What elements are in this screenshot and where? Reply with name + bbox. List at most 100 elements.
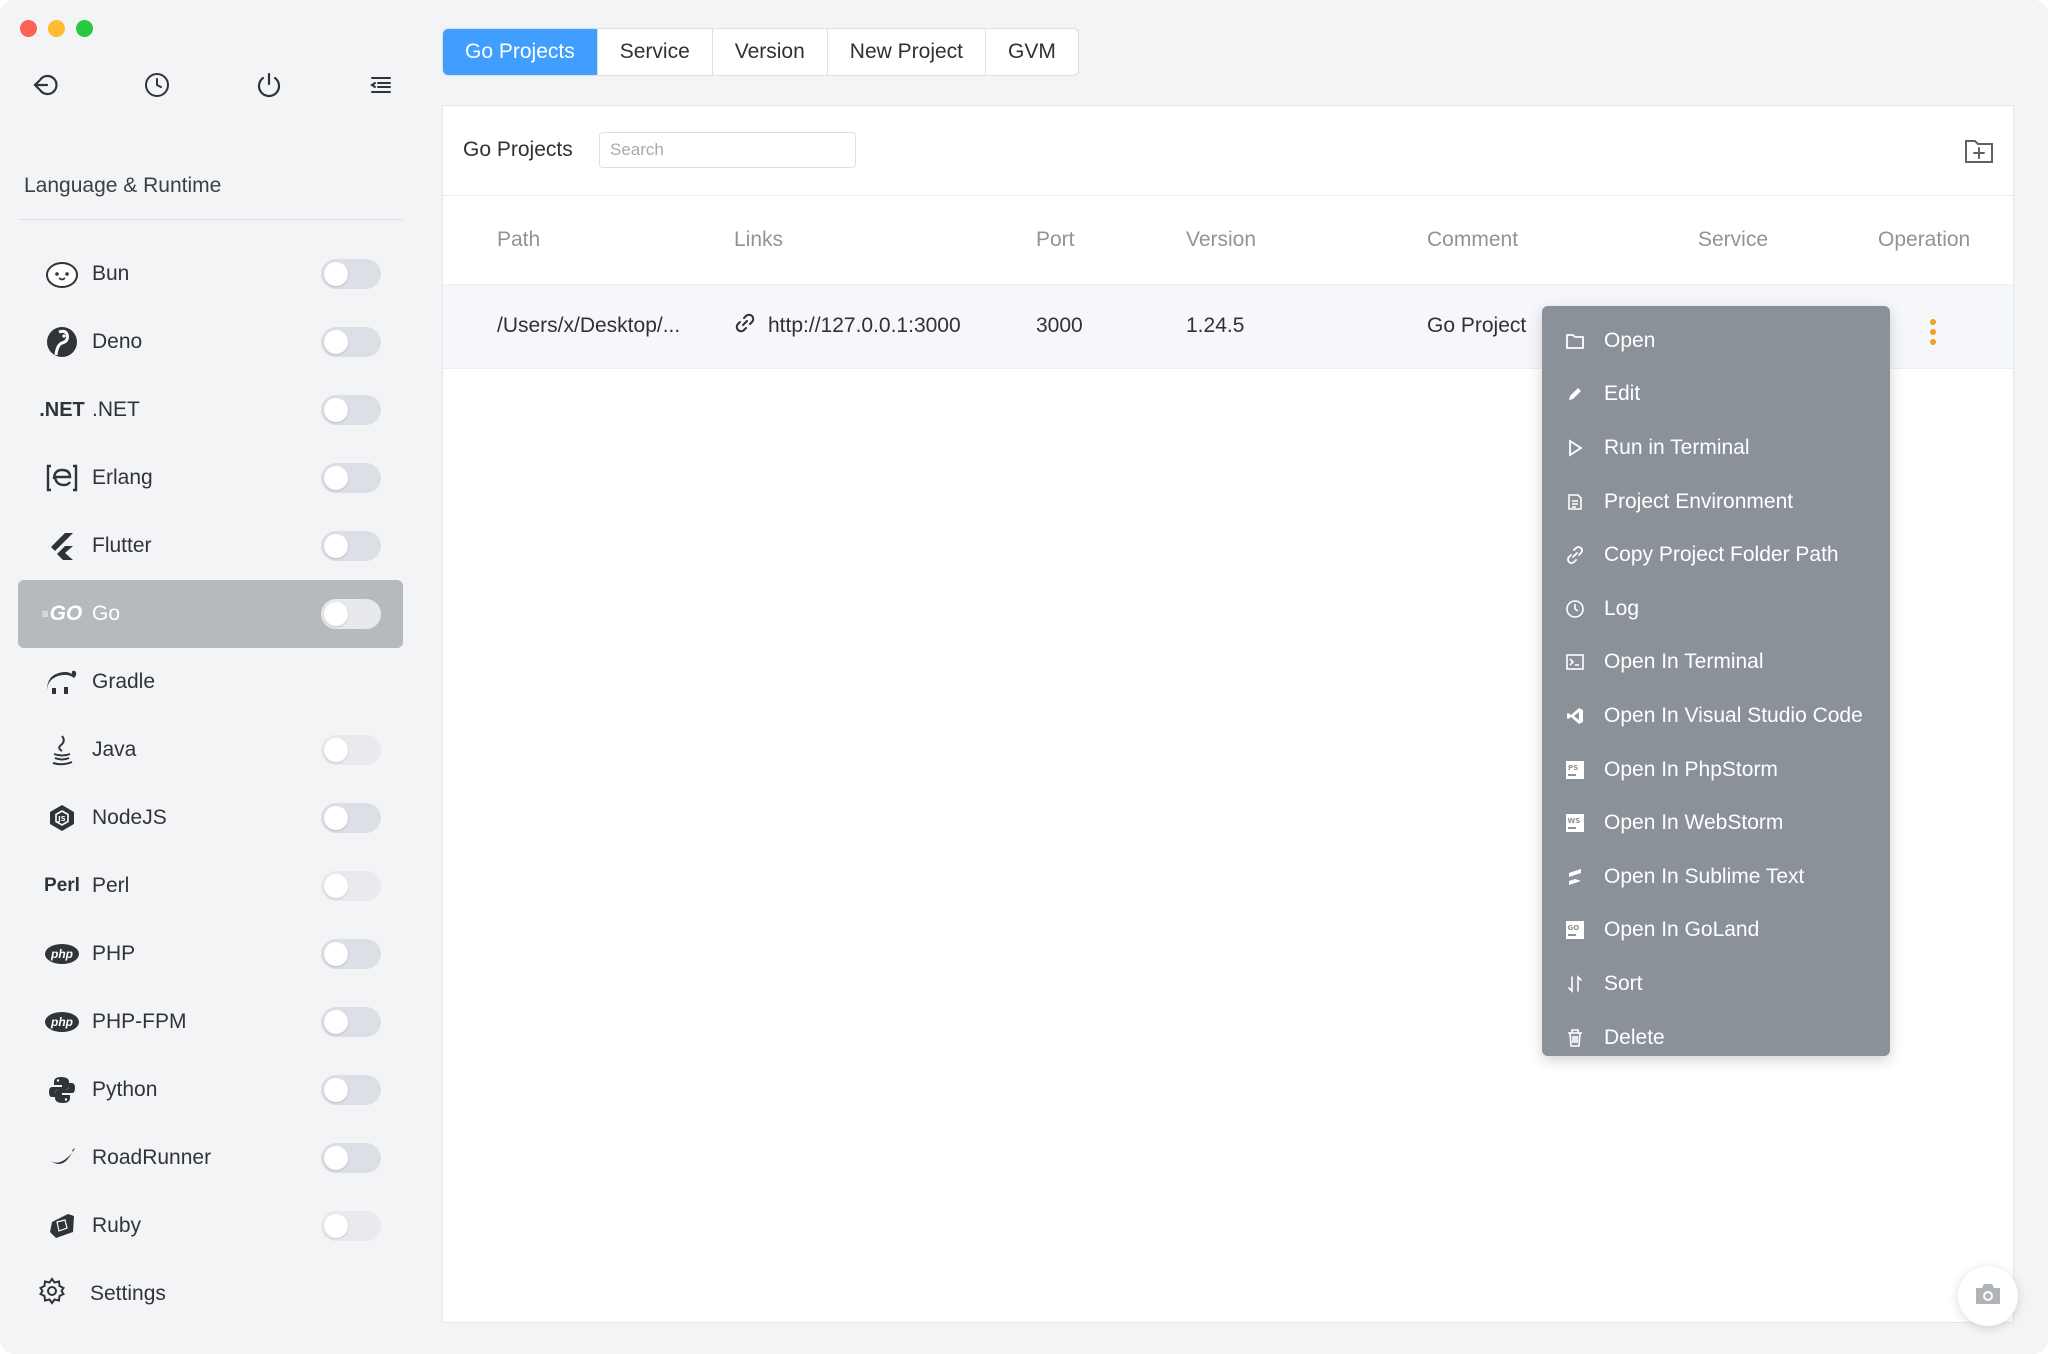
- ruby-icon: [38, 1206, 86, 1246]
- sidebar-item-php[interactable]: php PHP: [18, 920, 403, 988]
- sidebar-item-nodejs[interactable]: JS NodeJS: [18, 784, 403, 852]
- sidebar-item-erlang[interactable]: Erlang: [18, 444, 403, 512]
- back-arrow-icon[interactable]: [28, 68, 62, 102]
- camera-icon: [1973, 1281, 2003, 1312]
- deno-icon: [38, 322, 86, 362]
- sidebar-item-label: Gradle: [92, 670, 156, 693]
- menu-item-label: Delete: [1604, 1025, 1665, 1049]
- sidebar-item-label: Go: [92, 602, 121, 625]
- tab-bar: Go Projects Service Version New Project …: [442, 28, 1079, 76]
- menu-collapse-icon[interactable]: [364, 68, 398, 102]
- bun-toggle[interactable]: [321, 259, 381, 289]
- roadrunner-toggle[interactable]: [321, 1143, 381, 1173]
- menu-item-open-in-phpstorm[interactable]: PS Open In PhpStorm: [1542, 743, 1890, 797]
- menu-item-open-in-vscode[interactable]: Open In Visual Studio Code: [1542, 689, 1890, 743]
- perl-toggle[interactable]: [321, 871, 381, 901]
- sidebar-item-label: Perl: [92, 874, 130, 897]
- column-header-links[interactable]: Links: [734, 196, 1036, 285]
- card-header: Go Projects: [443, 106, 2013, 196]
- tab-go-projects[interactable]: Go Projects: [443, 29, 597, 75]
- erlang-icon: [38, 458, 86, 498]
- menu-item-open[interactable]: Open: [1542, 314, 1890, 368]
- menu-item-open-in-webstorm[interactable]: WS Open In WebStorm: [1542, 796, 1890, 850]
- sidebar-item-perl[interactable]: Perl Perl: [18, 852, 403, 920]
- tab-new-project[interactable]: New Project: [826, 29, 985, 75]
- sidebar-item-ruby[interactable]: Ruby: [18, 1192, 403, 1260]
- menu-item-label: Sort: [1604, 971, 1643, 995]
- sidebar-item-dotnet[interactable]: .NET .NET: [18, 376, 403, 444]
- sidebar-item-bun[interactable]: Bun: [18, 240, 403, 308]
- python-toggle[interactable]: [321, 1075, 381, 1105]
- clock-icon[interactable]: [140, 68, 174, 102]
- svg-text:JS: JS: [57, 815, 66, 823]
- operation-cell: [1878, 284, 2013, 369]
- nodejs-toggle[interactable]: [321, 803, 381, 833]
- screenshot-button[interactable]: [1958, 1266, 2018, 1326]
- menu-item-label: Project Environment: [1604, 489, 1794, 513]
- php-toggle[interactable]: [321, 939, 381, 969]
- sidebar-item-label: PHP: [92, 942, 136, 965]
- clock-icon: [1564, 598, 1586, 620]
- menu-item-open-in-goland[interactable]: GO Open In GoLand: [1542, 904, 1890, 958]
- project-link[interactable]: http://127.0.0.1:3000: [768, 314, 961, 338]
- perl-icon: Perl: [44, 875, 80, 896]
- flutter-toggle[interactable]: [321, 531, 381, 561]
- sidebar-item-gradle[interactable]: Gradle: [18, 648, 403, 716]
- menu-item-copy-folder-path[interactable]: Copy Project Folder Path: [1542, 528, 1890, 582]
- column-header-service[interactable]: Service: [1698, 196, 1878, 285]
- php-icon-text: php: [45, 944, 79, 964]
- menu-item-sort[interactable]: Sort: [1542, 957, 1890, 1011]
- column-header-version[interactable]: Version: [1186, 196, 1427, 285]
- column-header-comment[interactable]: Comment: [1427, 196, 1698, 285]
- port-cell: 3000: [1036, 284, 1186, 369]
- more-vertical-icon[interactable]: [1930, 319, 1936, 345]
- sidebar-item-flutter[interactable]: Flutter: [18, 512, 403, 580]
- column-header-path[interactable]: Path: [443, 196, 734, 285]
- column-header-port[interactable]: Port: [1036, 196, 1186, 285]
- menu-item-log[interactable]: Log: [1542, 582, 1890, 636]
- sidebar-item-settings[interactable]: Settings: [38, 1277, 166, 1310]
- sidebar-item-php-fpm[interactable]: php PHP-FPM: [18, 988, 403, 1056]
- tab-service[interactable]: Service: [596, 29, 712, 75]
- menu-item-delete[interactable]: Delete: [1542, 1011, 1890, 1065]
- column-header-operation[interactable]: Operation: [1878, 196, 2013, 285]
- sidebar-item-python[interactable]: Python: [18, 1056, 403, 1124]
- version-cell: 1.24.5: [1186, 284, 1427, 369]
- menu-item-label: Log: [1604, 596, 1640, 620]
- sidebar-item-go[interactable]: ≡ GO Go: [18, 580, 403, 648]
- sidebar-item-deno[interactable]: Deno: [18, 308, 403, 376]
- context-menu: Open Edit Run in Terminal Project Enviro…: [1542, 306, 1890, 1056]
- tab-gvm[interactable]: GVM: [985, 29, 1078, 75]
- menu-item-edit[interactable]: Edit: [1542, 368, 1890, 422]
- menu-item-run-in-terminal[interactable]: Run in Terminal: [1542, 421, 1890, 475]
- sidebar-item-java[interactable]: Java: [18, 716, 403, 784]
- go-toggle[interactable]: [321, 599, 381, 629]
- php-fpm-toggle[interactable]: [321, 1007, 381, 1037]
- sidebar-item-roadrunner[interactable]: RoadRunner: [18, 1124, 403, 1192]
- webstorm-icon: WS: [1564, 812, 1586, 834]
- pencil-icon: [1564, 383, 1586, 405]
- sidebar-item-label: Ruby: [92, 1214, 142, 1237]
- menu-item-open-in-sublime[interactable]: Open In Sublime Text: [1542, 850, 1890, 904]
- add-folder-icon[interactable]: [1963, 136, 1995, 166]
- power-icon[interactable]: [252, 68, 286, 102]
- phpstorm-icon: PS: [1564, 759, 1586, 781]
- svg-text:WS: WS: [1568, 817, 1581, 825]
- copy-link-icon: [1564, 544, 1586, 566]
- java-icon: [38, 730, 86, 770]
- sidebar-item-label: Java: [92, 738, 137, 761]
- menu-item-project-environment[interactable]: Project Environment: [1542, 475, 1890, 529]
- card-title: Go Projects: [463, 138, 573, 161]
- tab-version[interactable]: Version: [711, 29, 827, 75]
- python-icon: [38, 1070, 86, 1110]
- erlang-toggle[interactable]: [321, 463, 381, 493]
- dotnet-toggle[interactable]: [321, 395, 381, 425]
- search-input[interactable]: [599, 132, 856, 168]
- menu-item-open-in-terminal[interactable]: Open In Terminal: [1542, 636, 1890, 690]
- java-toggle[interactable]: [321, 735, 381, 765]
- deno-toggle[interactable]: [321, 327, 381, 357]
- sublime-icon: [1564, 866, 1586, 888]
- gradle-icon: [38, 662, 86, 702]
- sidebar-item-label: Python: [92, 1078, 158, 1101]
- ruby-toggle[interactable]: [321, 1211, 381, 1241]
